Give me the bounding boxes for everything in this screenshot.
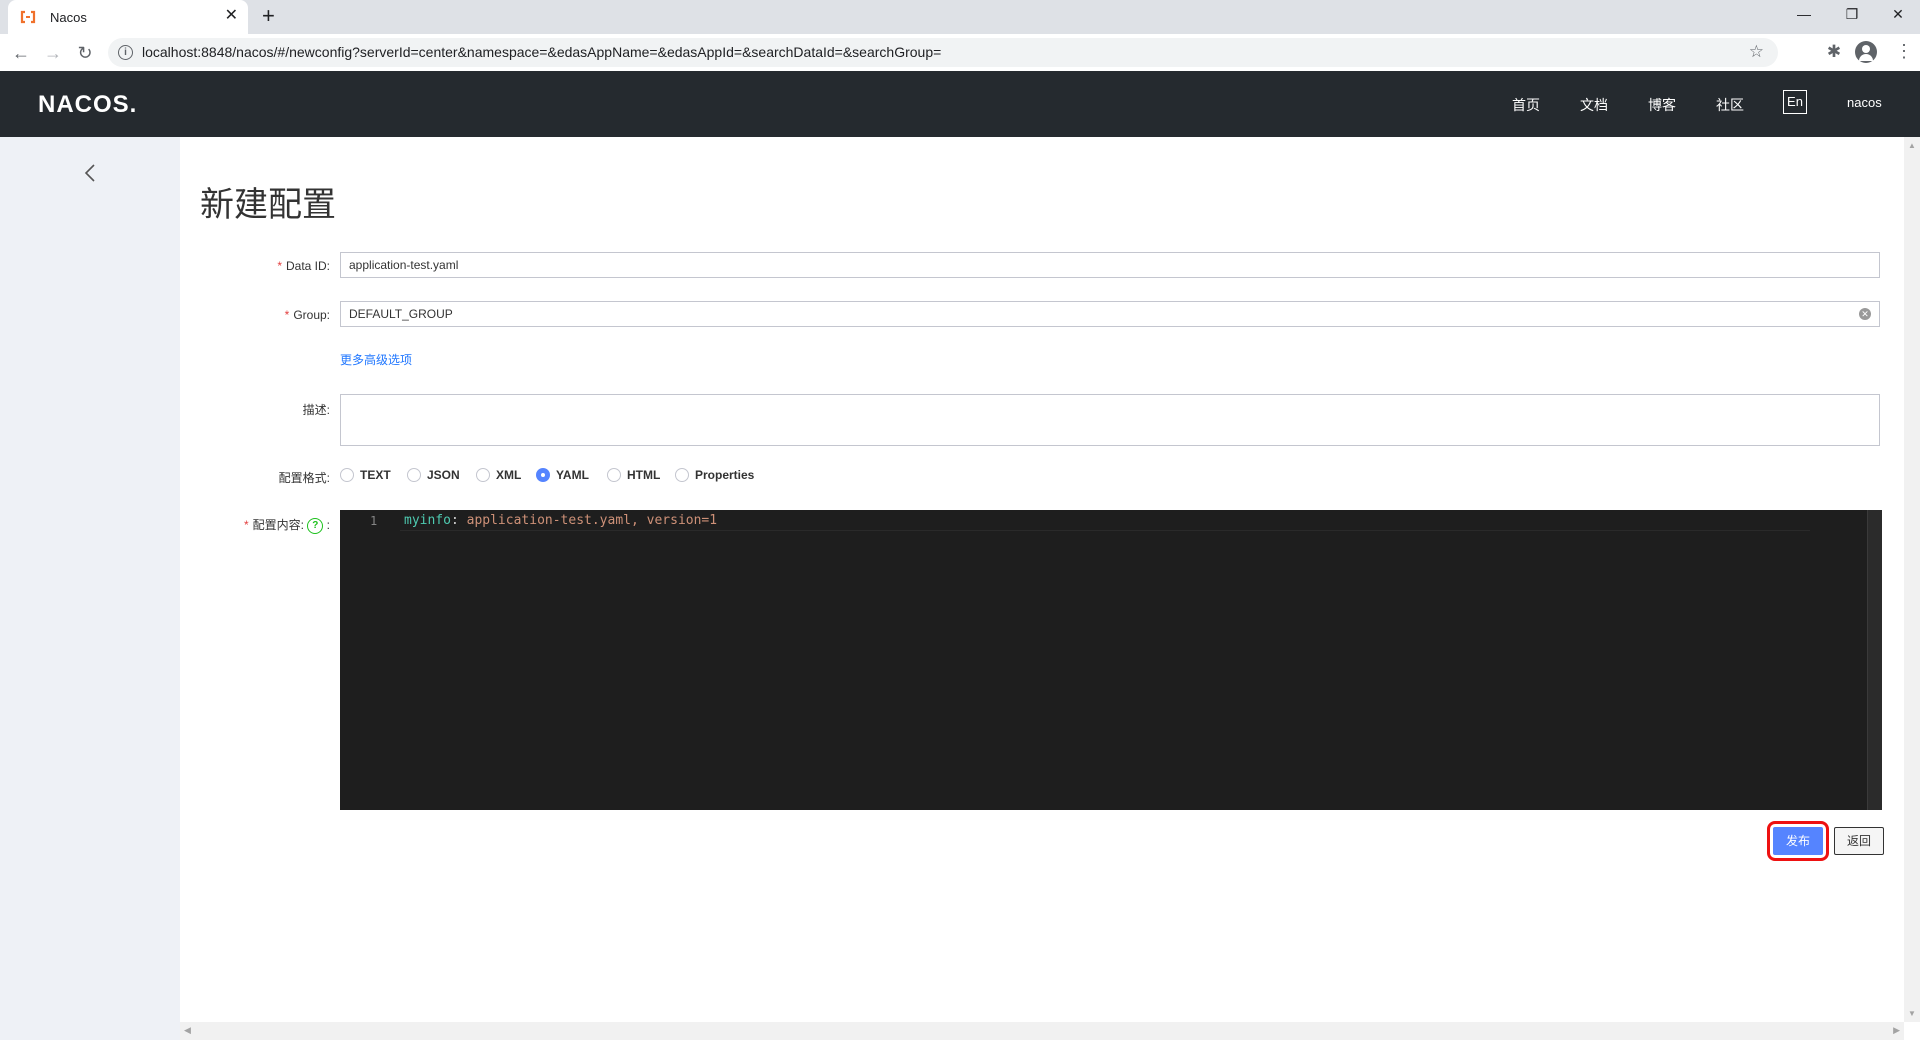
back-button-icon[interactable]: ← (10, 42, 32, 64)
advanced-options-link[interactable]: 更多高级选项 (340, 351, 412, 368)
tab-close-icon[interactable]: ✕ (225, 7, 238, 25)
nacos-favicon-icon (20, 10, 36, 24)
line-number: 1 (370, 514, 378, 528)
browser-toolbar: ← → ↻ i localhost:8848/nacos/#/newconfig… (0, 34, 1920, 72)
format-radio-properties[interactable]: Properties (675, 467, 754, 487)
scroll-down-icon[interactable]: ▼ (1908, 1009, 1916, 1018)
radio-circle-icon (407, 467, 421, 482)
return-button[interactable]: 返回 (1834, 827, 1884, 855)
help-question-icon[interactable]: ? (307, 517, 324, 534)
scroll-up-icon[interactable]: ▲ (1908, 141, 1916, 150)
content-label: * 配置内容: ? : (243, 517, 330, 534)
new-tab-button[interactable]: + (262, 5, 275, 27)
data-id-label: * Data ID: (277, 259, 330, 273)
nacos-logo[interactable]: NACOS. (38, 91, 137, 119)
description-textarea[interactable] (340, 394, 1880, 446)
language-toggle-button[interactable]: En (1783, 90, 1807, 114)
nav-docs[interactable]: 文档 (1580, 95, 1608, 115)
format-radio-xml[interactable]: XML (476, 467, 521, 487)
page-vertical-scrollbar[interactable]: ▲ ▼ (1904, 137, 1920, 1022)
radio-circle-icon (476, 467, 490, 482)
format-radio-yaml[interactable]: YAML (536, 467, 589, 487)
code-editor[interactable]: 1 myinfo: application-test.yaml, version… (340, 510, 1882, 810)
yaml-value: application-test.yaml, version=1 (466, 513, 718, 528)
editor-scrollbar[interactable] (1867, 510, 1882, 810)
main-content: 新建配置 * Data ID: application-test.yaml * Gr… (180, 137, 1904, 1022)
yaml-separator: : (450, 513, 467, 528)
nav-community[interactable]: 社区 (1716, 95, 1744, 115)
radio-circle-icon (340, 467, 354, 482)
publish-button[interactable]: 发布 (1767, 821, 1829, 861)
group-label: * Group: (284, 308, 330, 322)
forward-button-icon[interactable]: → (42, 42, 64, 64)
yaml-key: myinfo (404, 513, 451, 528)
data-id-input[interactable]: application-test.yaml (340, 252, 1880, 278)
format-radio-text[interactable]: TEXT (340, 467, 391, 487)
chevron-left-icon[interactable] (82, 163, 98, 183)
description-label: 描述: (302, 403, 330, 417)
user-name[interactable]: nacos (1847, 95, 1882, 110)
reload-icon[interactable]: ↻ (74, 42, 96, 64)
format-radio-json[interactable]: JSON (407, 467, 460, 487)
address-bar[interactable]: i localhost:8848/nacos/#/newconfig?serve… (108, 38, 1778, 67)
browser-menu-icon[interactable]: ⋮ (1895, 41, 1913, 61)
profile-avatar-icon[interactable] (1855, 41, 1877, 63)
nav-home[interactable]: 首页 (1512, 95, 1540, 115)
sidebar (0, 137, 180, 1040)
scroll-left-icon[interactable]: ◀ (184, 1025, 191, 1036)
tab-title: Nacos (50, 10, 87, 25)
minimize-button[interactable]: — (1792, 6, 1816, 22)
format-label: 配置格式: (278, 471, 330, 485)
code-line[interactable]: myinfo: application-test.yaml, version=1 (404, 513, 717, 528)
extensions-puzzle-icon[interactable]: ✱ (1824, 42, 1844, 62)
page-title: 新建配置 (200, 186, 336, 224)
clear-icon[interactable]: ✕ (1859, 308, 1871, 320)
group-input-value: DEFAULT_GROUP (349, 307, 453, 321)
page-horizontal-scrollbar[interactable]: ◀ ▶ (180, 1022, 1904, 1040)
url-text: localhost:8848/nacos/#/newconfig?serverI… (142, 44, 942, 60)
group-input[interactable]: DEFAULT_GROUP ✕ (340, 301, 1880, 327)
radio-checked-icon (536, 467, 550, 482)
close-window-button[interactable]: ✕ (1886, 6, 1910, 23)
browser-tab[interactable]: Nacos ✕ (8, 0, 248, 34)
bookmark-star-icon[interactable]: ☆ (1749, 42, 1764, 62)
format-radio-html[interactable]: HTML (607, 467, 660, 487)
scroll-right-icon[interactable]: ▶ (1893, 1025, 1900, 1036)
info-icon[interactable]: i (118, 45, 133, 60)
nav-blog[interactable]: 博客 (1648, 95, 1676, 115)
browser-tab-bar: Nacos ✕ + — ❐ ✕ (0, 0, 1920, 34)
radio-circle-icon (607, 467, 621, 482)
restore-button[interactable]: ❐ (1840, 6, 1864, 23)
nacos-header: NACOS. 首页 文档 博客 社区 En nacos (0, 71, 1920, 137)
radio-circle-icon (675, 467, 689, 482)
